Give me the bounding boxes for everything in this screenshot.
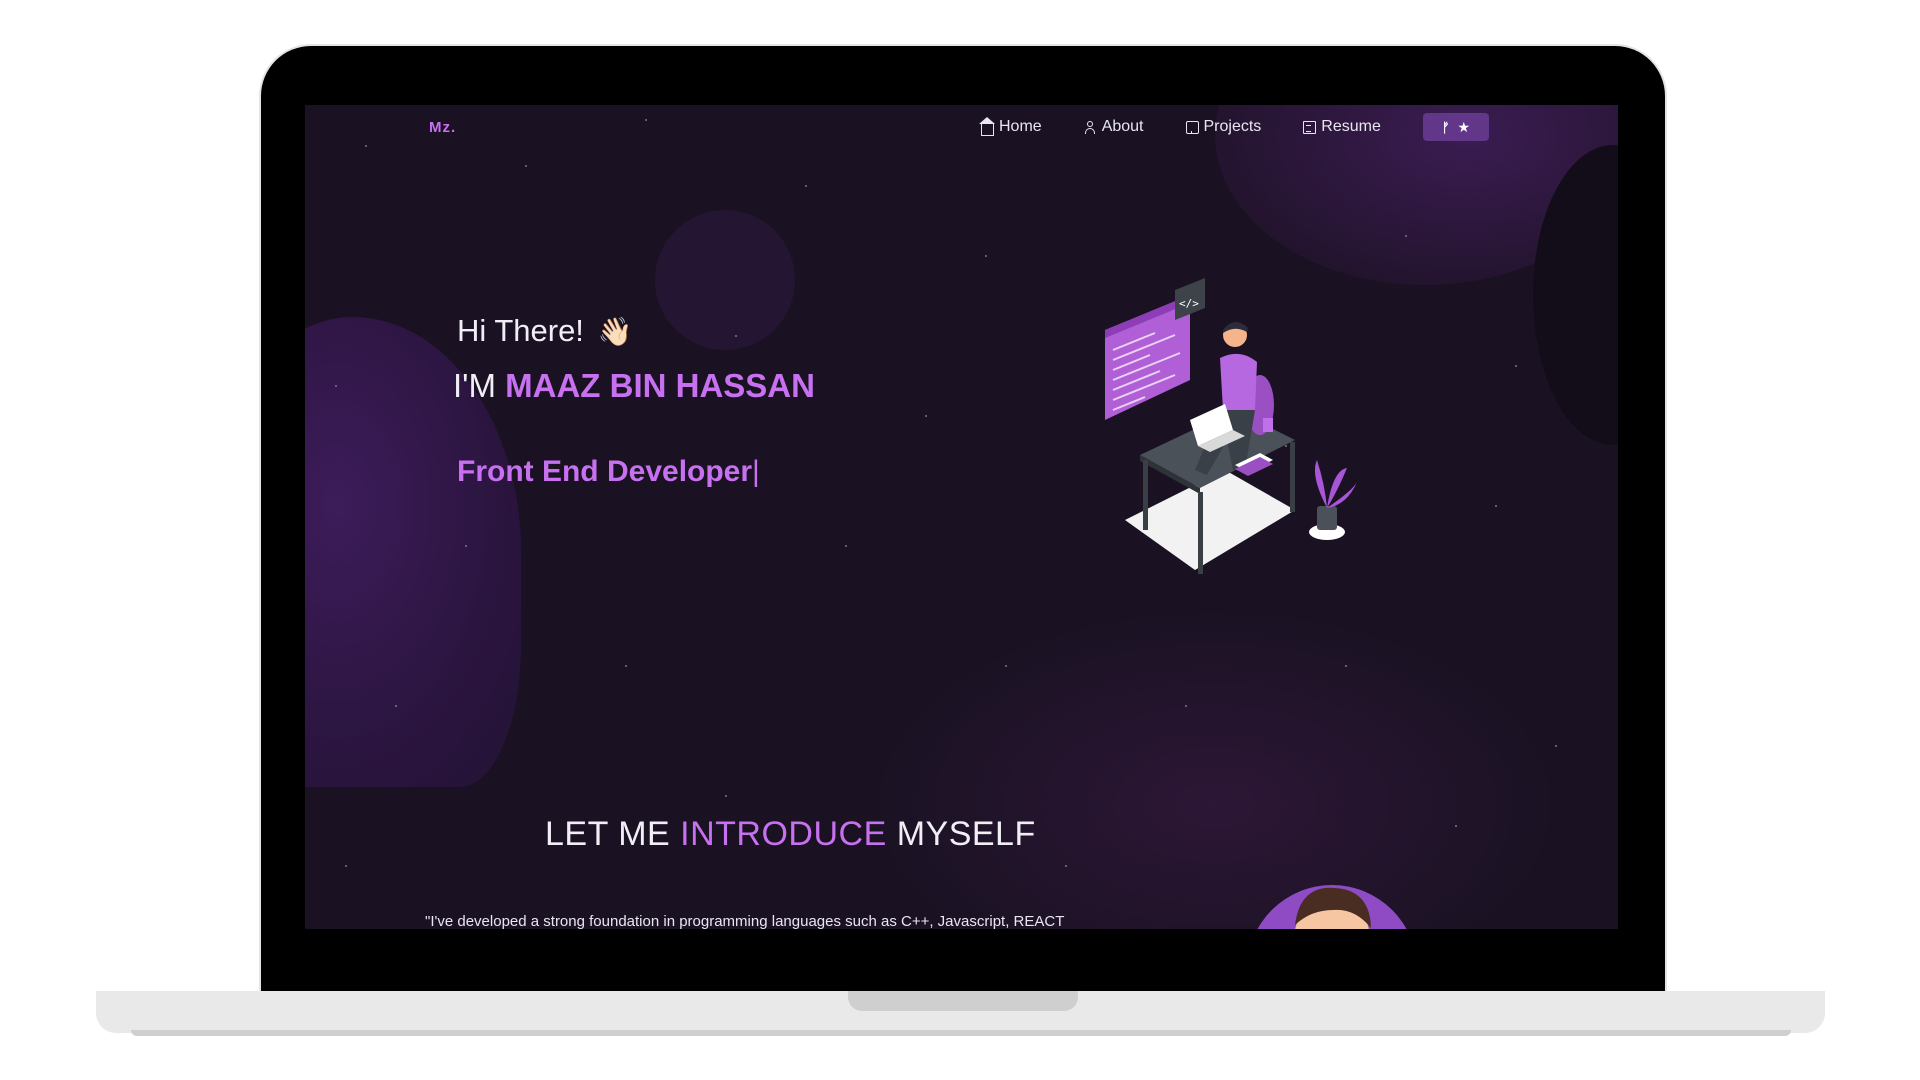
star [1185, 705, 1187, 707]
laptop-base-shadow [131, 1030, 1791, 1036]
person-shirt [1220, 353, 1257, 410]
star [925, 415, 927, 417]
star [725, 795, 727, 797]
star [1345, 665, 1347, 667]
star [395, 705, 397, 707]
home-icon [979, 116, 995, 136]
developer-illustration: </> [1105, 278, 1357, 574]
user-icon [1084, 120, 1097, 134]
nav-resume-label: Resume [1321, 118, 1381, 135]
star [365, 145, 367, 147]
intro-title: LET ME INTRODUCE MYSELF [545, 815, 1036, 854]
github-fork-button[interactable]: ᚠ ★ [1422, 113, 1489, 141]
plant-leaves [1314, 460, 1357, 508]
star [335, 385, 337, 387]
star [1515, 365, 1517, 367]
star [985, 255, 987, 257]
site-logo[interactable]: Mz. [429, 119, 456, 136]
nav-projects[interactable]: Projects [1185, 113, 1262, 141]
star [465, 545, 467, 547]
intro-title-part2: MYSELF [896, 815, 1036, 853]
hero-greeting: Hi There! 👋🏻 [457, 313, 633, 349]
star-icon: ★ [1457, 118, 1471, 135]
projects-icon [1185, 120, 1199, 134]
name-prefix: I'M [453, 367, 496, 404]
star [735, 335, 737, 337]
star [1005, 665, 1007, 667]
star [805, 185, 807, 187]
star [645, 119, 647, 121]
hero-name: I'M MAAZ BIN HASSAN [453, 367, 815, 405]
plant-pot [1317, 506, 1337, 530]
background-blob [655, 210, 795, 350]
avatar [1257, 885, 1407, 929]
nav-home[interactable]: Home [979, 113, 1042, 141]
fork-icon: ᚠ [1441, 119, 1450, 135]
star [525, 165, 527, 167]
desk-leg [1290, 442, 1295, 512]
star [1405, 235, 1407, 237]
star [625, 665, 627, 667]
star [1065, 865, 1067, 867]
laptop-notch [848, 991, 1078, 1011]
cup-icon [1263, 418, 1273, 432]
intro-paragraph: "I've developed a strong foundation in p… [425, 913, 1065, 929]
name-highlight: MAAZ BIN HASSAN [505, 367, 815, 404]
hero-role: Front End Developer| [457, 455, 760, 489]
desk-leg [1198, 492, 1203, 574]
intro-title-highlight: INTRODUCE [680, 815, 887, 853]
floor-tile [1125, 470, 1295, 570]
nav-home-label: Home [999, 118, 1042, 135]
laptop-screen: Mz. Home About Projects Resume ᚠ ★ Hi Th… [305, 105, 1618, 929]
star [1495, 505, 1497, 507]
greeting-text: Hi There! [457, 313, 584, 348]
star [1555, 745, 1557, 747]
desk-leg [1143, 460, 1148, 530]
wave-icon: 👋🏻 [597, 315, 633, 347]
navbar: Home About Projects Resume ᚠ ★ [979, 113, 1489, 141]
typing-caret: | [752, 455, 760, 488]
role-text: Front End Developer [457, 455, 753, 488]
star [845, 545, 847, 547]
nav-about-label: About [1101, 118, 1144, 135]
nav-resume[interactable]: Resume [1303, 113, 1381, 141]
background-glow [865, 605, 1565, 929]
star [345, 865, 347, 867]
intro-title-part1: LET ME [545, 815, 671, 853]
document-icon [1303, 120, 1317, 134]
nav-projects-label: Projects [1203, 118, 1262, 135]
star [1455, 825, 1457, 827]
code-tag-text: </> [1179, 297, 1199, 310]
nav-about[interactable]: About [1084, 113, 1144, 141]
